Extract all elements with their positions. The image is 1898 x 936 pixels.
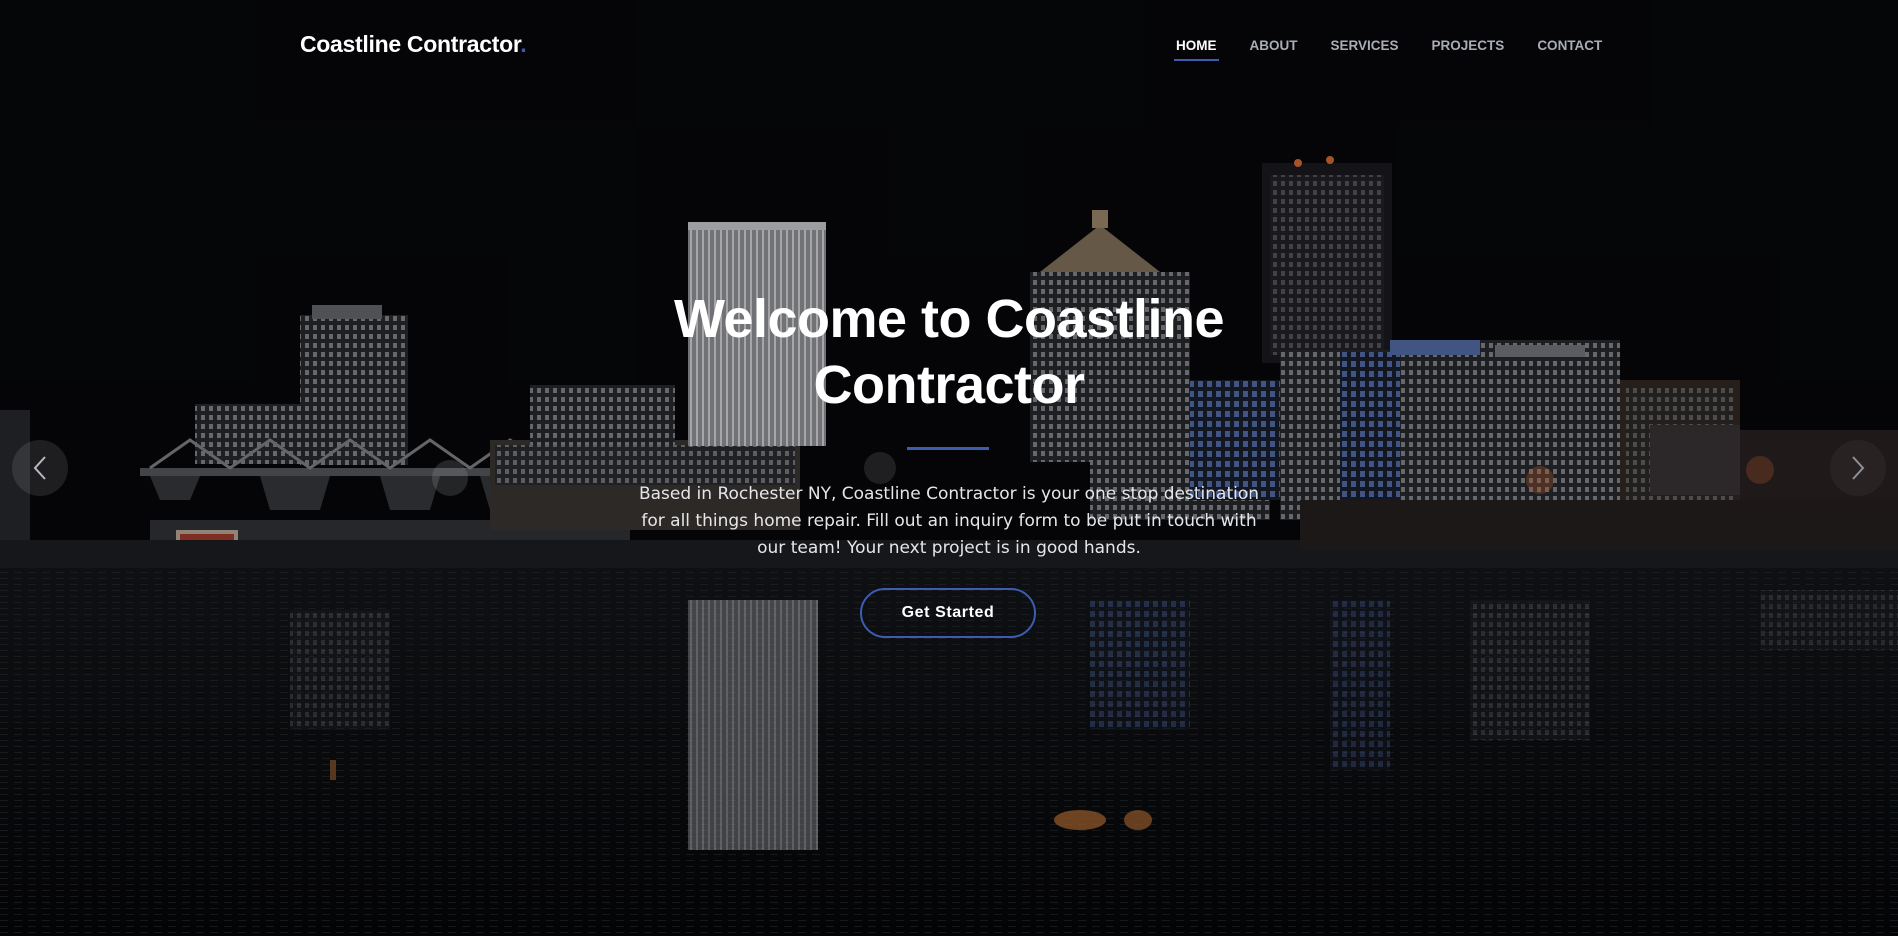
site-logo-dot: .	[520, 31, 527, 57]
main-nav: HOME ABOUT SERVICES PROJECTS CONTACT	[1174, 38, 1635, 61]
hero-title-line2: Contractor	[813, 355, 1085, 415]
get-started-button[interactable]: Get Started	[860, 588, 1036, 638]
nav-item-about[interactable]: ABOUT	[1250, 38, 1298, 61]
nav-item-services[interactable]: SERVICES	[1331, 38, 1399, 61]
carousel-next-button[interactable]	[1830, 440, 1886, 496]
nav-item-projects[interactable]: PROJECTS	[1432, 38, 1505, 61]
chevron-right-icon	[1850, 455, 1866, 481]
site-logo[interactable]: Coastline Contractor.	[300, 31, 527, 58]
chevron-left-icon	[32, 455, 48, 481]
background-overlay	[0, 0, 1898, 936]
hero-title-line1: Welcome to Coastline	[673, 289, 1225, 349]
hero-divider	[907, 447, 989, 450]
carousel-prev-button[interactable]	[12, 440, 68, 496]
hero-background-image: DANGER DAM KEEP AWAY	[0, 0, 1898, 936]
hero-description: Based in Rochester NY, Coastline Contrac…	[638, 484, 1260, 558]
hero-title: Welcome to Coastline Contractor	[549, 286, 1349, 418]
nav-item-contact[interactable]: CONTACT	[1537, 38, 1602, 61]
nav-item-home[interactable]: HOME	[1174, 38, 1218, 61]
site-logo-text: Coastline Contractor	[300, 31, 521, 57]
